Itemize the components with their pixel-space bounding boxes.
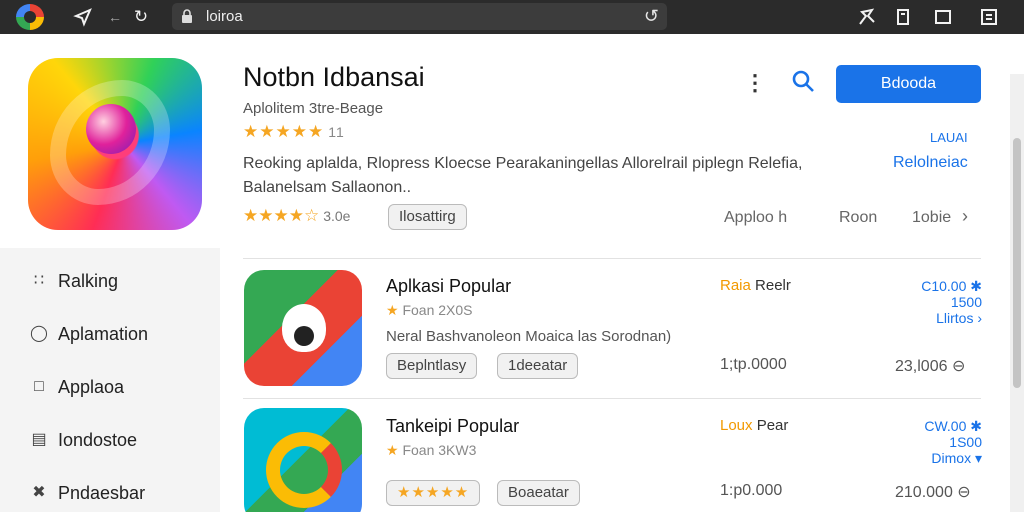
list-item-title[interactable]: Aplkasi Popular [386,276,511,297]
divider [243,258,981,259]
link-small[interactable]: LAUAI [930,130,968,145]
google-logo[interactable] [16,4,44,30]
meta-item-2: Roon [839,209,878,226]
window-icon[interactable] [932,6,954,28]
app-icon [28,58,202,230]
sidebar-item-label: Pndaesbar [58,482,146,503]
star-icon: ★ [386,302,399,318]
scrollbar-thumb[interactable] [1013,138,1021,388]
list-item-rating-pill[interactable]: ★★★★★ [386,480,481,506]
more-options-icon[interactable]: ⋮ [744,70,766,96]
list-item-icon[interactable] [244,408,362,512]
grid-icon: ∷ [33,272,45,289]
sidebar-item-label: Aplamation [58,323,149,344]
library-icon: ▤ [31,431,47,448]
address-bar[interactable]: loiroa ↺ [172,3,667,30]
share-icon[interactable] [72,6,94,28]
lock-icon [182,9,192,23]
app-subtitle: Aplolitem 3tre-Beage [243,100,384,117]
list-item-price-secondary[interactable]: 210.000 ⊖ [895,482,971,502]
back-icon[interactable]: ← [104,6,126,28]
list-item-icon[interactable] [244,270,362,386]
sidebar-item-aplamation[interactable]: ◯ Aplamation [28,323,148,345]
meta-item-1: Apploo h [724,209,788,226]
list-item-stats[interactable]: C10.00 ✱ 1500 Llirtos › [900,278,982,326]
list-item-rank: Loux Pear [720,417,789,434]
sidebar-item-label: Ralking [58,270,119,291]
list-item-price-secondary[interactable]: 23,l006 ⊖ [895,356,965,376]
star-rating-secondary: ★★★★☆ [243,206,320,225]
sidebar-item-iondostoe[interactable]: ▤ Iondostoe [28,429,137,451]
list-item-tag[interactable]: 1deeatar [497,353,579,379]
star-rating: ★★★★★ [243,122,325,141]
swirl-logo [266,432,342,508]
app-title: Notbn Idbansai [243,62,425,92]
list-item-tag[interactable]: Beplntlasy [386,353,478,379]
list-item-description: Neral Bashvanoleon Moaica las Sorodnan) [386,328,672,345]
app-description: Reoking aplalda, Rlopress Kloecse Pearak… [243,155,803,196]
list-item-subtitle: ★ Foan 3KW3 [386,442,477,458]
star-icon: ★ [386,442,399,458]
app-tag-pill[interactable]: Ilosattirg [388,204,467,230]
sidebar-item-label: Applaoa [58,376,125,397]
list-item-price: 1:p0.000 [720,482,783,499]
app-rating: ★★★★★ 11 [243,122,345,142]
tools-icon: ✖ [32,484,46,501]
list-item-rank: Raia Reelr [720,277,791,294]
browser-toolbar: ← ↻ loiroa ↺ [0,0,1024,34]
sidebar-item-pndaesbar[interactable]: ✖ Pndaesbar [28,482,145,504]
sidebar-item-label: Iondostoe [58,429,138,450]
bookmark-icon[interactable] [892,6,914,28]
rating-count: 11 [328,124,345,140]
divider [243,398,981,399]
search-icon[interactable] [790,68,818,96]
parrot-beak [294,326,314,346]
list-item-subtitle: ★ Foan 2X0S [386,302,473,318]
rating-value: 3.0e [323,208,351,224]
save-icon[interactable] [978,6,1000,28]
extensions-icon[interactable] [856,6,878,28]
install-button[interactable]: Bdooda [836,65,981,103]
url-text: loiroa [206,8,243,25]
sidebar: ∷ Ralking ◯ Aplamation □ Applaoa ▤ Iondostoe… [0,248,220,512]
chevron-right-icon[interactable]: › [962,206,968,227]
reload-icon[interactable]: ↻ [130,6,152,28]
app-store-page: Notbn Idbansai Aplolitem 3tre-Beage ★★★★… [0,34,1024,512]
list-item-title[interactable]: Tankeipi Popular [386,416,519,437]
apps-icon: □ [34,378,44,395]
address-reload-icon[interactable]: ↺ [644,6,659,27]
sidebar-item-ranking[interactable]: ∷ Ralking [28,270,118,292]
app-icon-ball [86,104,136,154]
list-item-stats[interactable]: CW.00 ✱ 1S00 Dimox ▾ [900,418,982,466]
meta-item-3: 1obie [912,209,952,226]
list-item-tag[interactable]: Boaeatar [497,480,580,506]
link-large[interactable]: Relolneiac [893,154,968,172]
app-rating-secondary: ★★★★☆ 3.0e [243,206,350,226]
user-icon: ◯ [30,325,48,342]
sidebar-item-applaoa[interactable]: □ Applaoa [28,376,124,398]
list-item-price: 1;tp.0000 [720,356,787,373]
